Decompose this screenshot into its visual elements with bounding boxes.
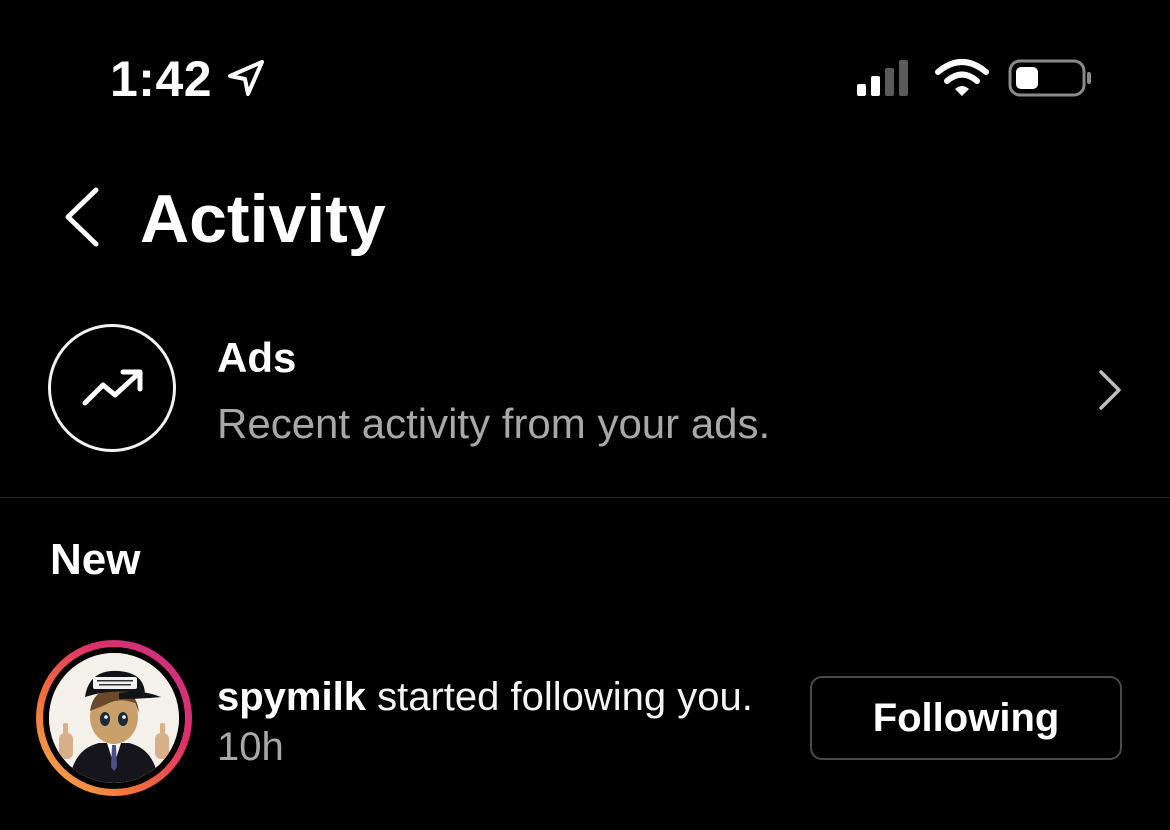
notification-time: 10h [217, 725, 284, 769]
ads-row[interactable]: Ads Recent activity from your ads. [0, 318, 1170, 458]
notification-username[interactable]: spymilk [217, 675, 366, 719]
page-title: Activity [140, 181, 386, 257]
cellular-signal-icon [857, 60, 908, 96]
battery-icon [1008, 59, 1091, 97]
ads-icon-circle [48, 324, 176, 452]
chevron-right-icon [1099, 370, 1121, 410]
notification-text: spymilk started following you. 10h [217, 672, 777, 772]
divider [0, 497, 1170, 498]
chevron-left-icon[interactable] [58, 184, 108, 250]
following-button[interactable]: Following [810, 676, 1122, 760]
status-time: 1:42 [110, 51, 213, 107]
avatar [49, 653, 179, 783]
ads-subtitle: Recent activity from your ads. [217, 400, 771, 447]
avatar-image [49, 653, 179, 783]
notification-action: started following you. [365, 675, 753, 719]
location-arrow-icon [228, 60, 264, 96]
section-heading-new: New [50, 535, 141, 584]
activity-screen: 1:42 Activity Ads Recent activity from y… [0, 0, 1170, 830]
avatar-story-ring[interactable] [36, 640, 192, 796]
ads-title: Ads [217, 334, 297, 381]
wifi-icon [935, 59, 989, 96]
trending-up-icon [82, 369, 143, 406]
